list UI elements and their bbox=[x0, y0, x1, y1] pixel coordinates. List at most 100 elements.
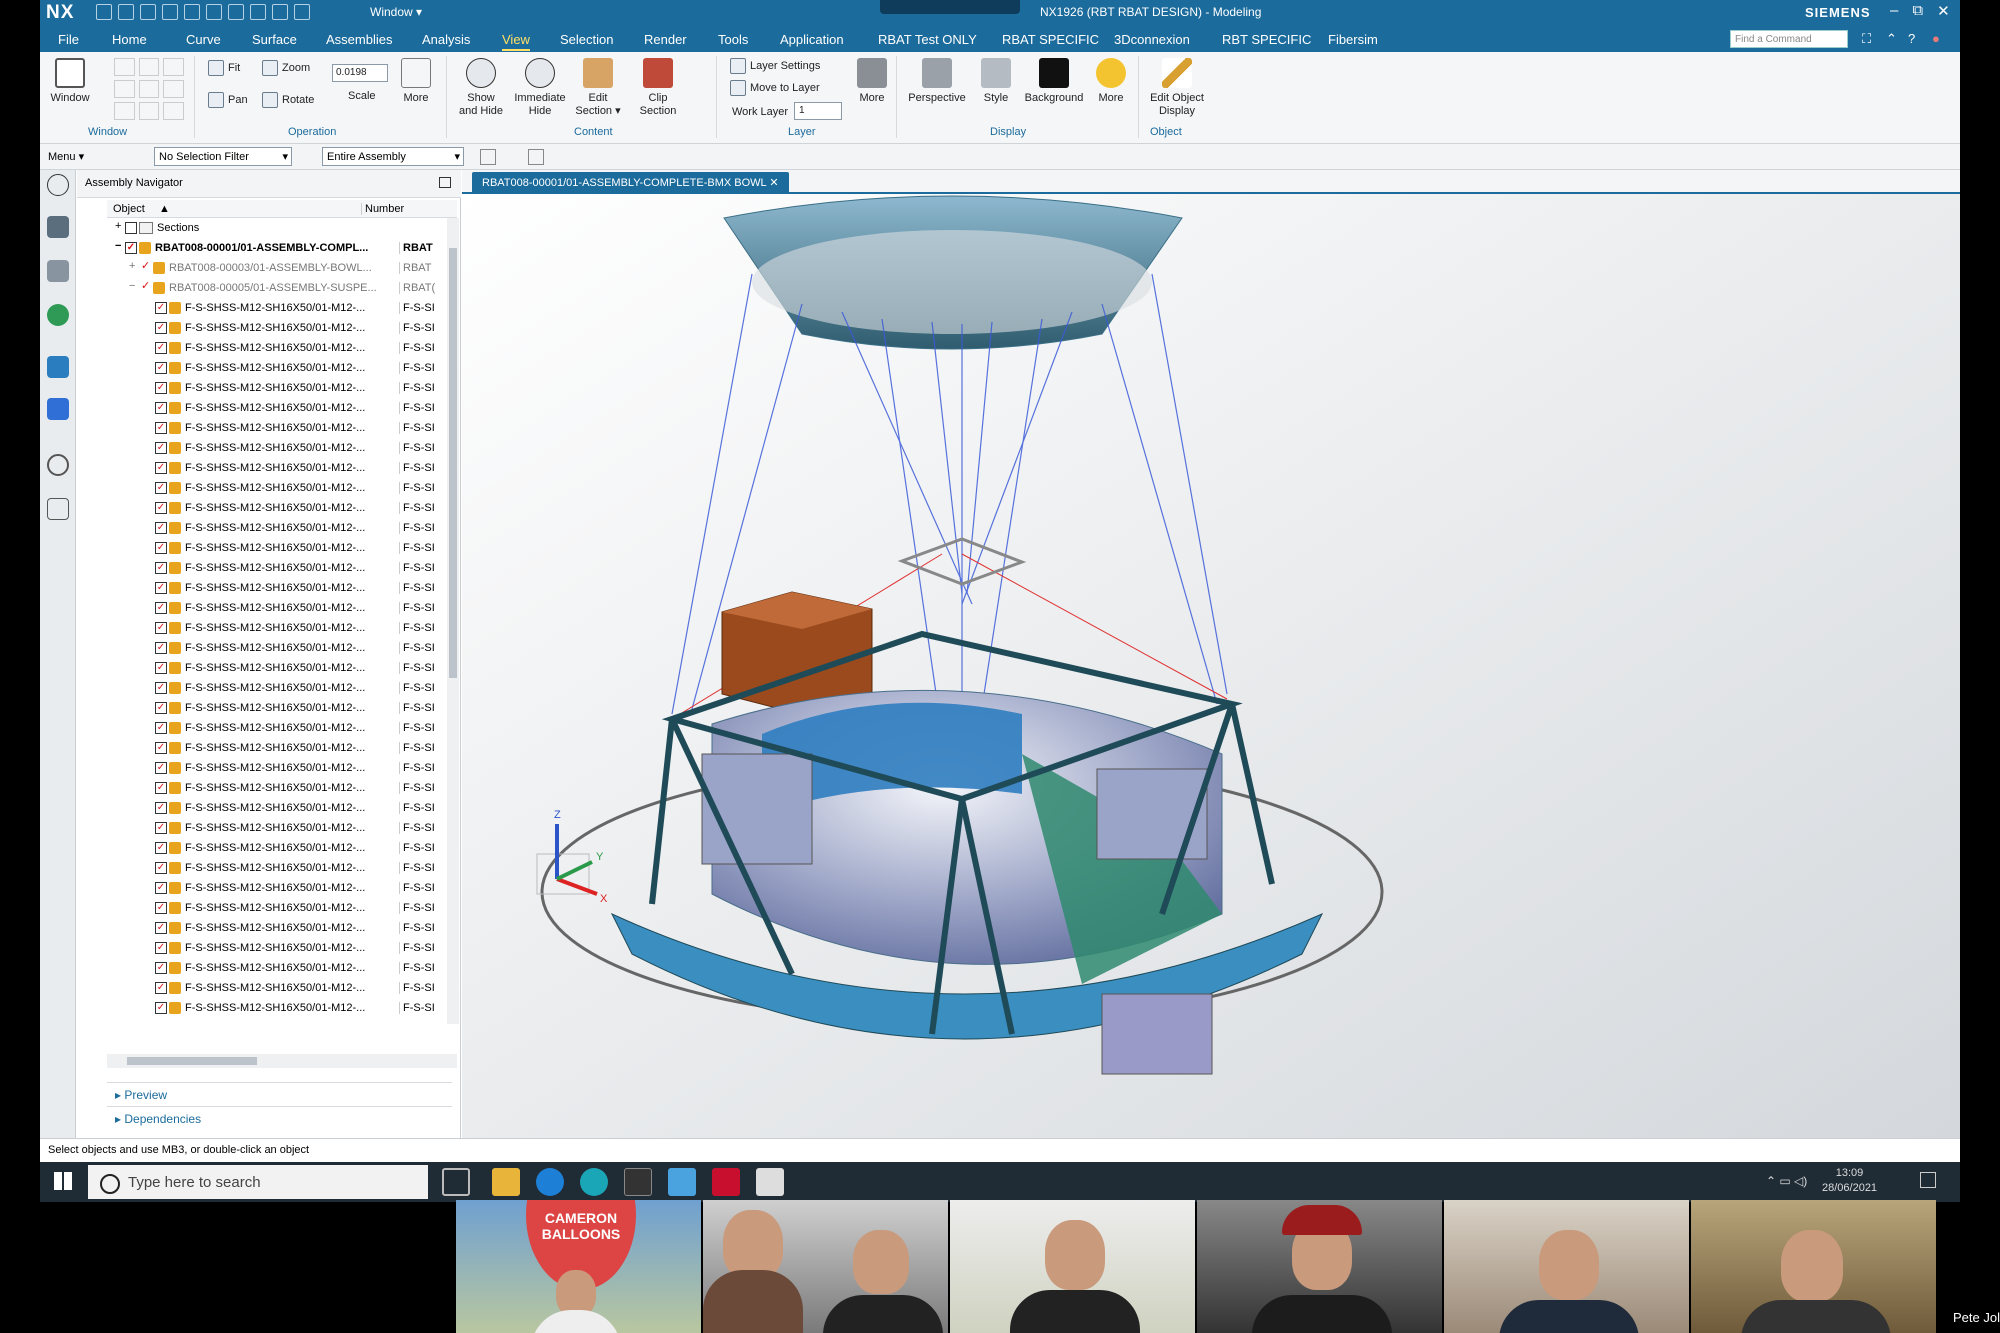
checkbox[interactable]: ✓ bbox=[155, 702, 167, 714]
checkbox[interactable]: ✓ bbox=[155, 942, 167, 954]
tab-3dconnexion[interactable]: 3Dconnexion bbox=[1114, 32, 1190, 47]
assembly-navigator-icon[interactable] bbox=[47, 216, 69, 238]
checkbox[interactable]: ✓ bbox=[155, 522, 167, 534]
checkbox[interactable]: ✓ bbox=[155, 642, 167, 654]
checkbox[interactable]: ✓ bbox=[155, 402, 167, 414]
internet-explorer-icon[interactable] bbox=[536, 1168, 564, 1196]
cut-icon[interactable] bbox=[162, 4, 178, 20]
part-tab[interactable]: RBAT008-00001/01-ASSEMBLY-COMPLETE-BMX B… bbox=[472, 172, 789, 192]
tree-row-part[interactable]: ✓ F-S-SHSS-M12-SH16X50/01-M12-... F-S-SI bbox=[107, 318, 447, 338]
notifications-icon[interactable] bbox=[1920, 1172, 1936, 1188]
tree-row-part[interactable]: ✓ F-S-SHSS-M12-SH16X50/01-M12-... F-S-SI bbox=[107, 738, 447, 758]
tab-selection[interactable]: Selection bbox=[560, 32, 613, 47]
gear-icon[interactable] bbox=[47, 174, 69, 196]
close-part-icon[interactable]: ● bbox=[1932, 31, 1940, 46]
background-button[interactable]: Background bbox=[1022, 58, 1086, 105]
model-view[interactable]: Z X Y bbox=[462, 194, 1960, 1138]
tree-row-part[interactable]: ✓ F-S-SHSS-M12-SH16X50/01-M12-... F-S-SI bbox=[107, 898, 447, 918]
tree-row-part[interactable]: ✓ F-S-SHSS-M12-SH16X50/01-M12-... F-S-SI bbox=[107, 778, 447, 798]
tree-row-part[interactable]: ✓ F-S-SHSS-M12-SH16X50/01-M12-... F-S-SI bbox=[107, 398, 447, 418]
checkbox[interactable]: ✓ bbox=[155, 862, 167, 874]
tree-row-part[interactable]: ✓ F-S-SHSS-M12-SH16X50/01-M12-... F-S-SI bbox=[107, 658, 447, 678]
checkbox[interactable]: ✓ bbox=[155, 542, 167, 554]
tree-row-part[interactable]: ✓ F-S-SHSS-M12-SH16X50/01-M12-... F-S-SI bbox=[107, 598, 447, 618]
checkbox[interactable]: ✓ bbox=[155, 742, 167, 754]
layer-more-button[interactable]: More bbox=[852, 58, 892, 105]
checkbox[interactable]: ✓ bbox=[155, 302, 167, 314]
find-command-input[interactable]: Find a Command bbox=[1730, 30, 1848, 48]
tree-row-part[interactable]: ✓ F-S-SHSS-M12-SH16X50/01-M12-... F-S-SI bbox=[107, 998, 447, 1018]
checkbox[interactable]: ✓ bbox=[155, 562, 167, 574]
pan-button[interactable]: Pan bbox=[208, 92, 248, 108]
checkbox[interactable]: ✓ bbox=[155, 682, 167, 694]
window-menu[interactable]: Window ▾ bbox=[370, 5, 422, 19]
tree-row-part[interactable]: ✓ F-S-SHSS-M12-SH16X50/01-M12-... F-S-SI bbox=[107, 438, 447, 458]
fit-button[interactable]: Fit bbox=[208, 60, 240, 76]
checkbox[interactable]: ✓ bbox=[155, 602, 167, 614]
delete-icon[interactable] bbox=[228, 4, 244, 20]
tab-fibersim[interactable]: Fibersim bbox=[1328, 32, 1378, 47]
tab-render[interactable]: Render bbox=[644, 32, 687, 47]
expand-icon[interactable]: + bbox=[129, 260, 135, 272]
tree-row-part[interactable]: ✓ F-S-SHSS-M12-SH16X50/01-M12-... F-S-SI bbox=[107, 698, 447, 718]
view-triad-icon[interactable] bbox=[528, 149, 544, 165]
checkbox[interactable]: ✓ bbox=[155, 582, 167, 594]
menu-button[interactable]: Menu ▾ bbox=[48, 150, 84, 163]
checkbox[interactable]: ✓ bbox=[155, 842, 167, 854]
constraint-navigator-icon[interactable] bbox=[47, 260, 69, 282]
checkbox[interactable]: ✓ bbox=[155, 382, 167, 394]
rotate-button[interactable]: Rotate bbox=[262, 92, 314, 108]
checkbox[interactable]: ✓ bbox=[155, 802, 167, 814]
tree-row-suspension-assembly[interactable]: − ✓ RBAT008-00005/01-ASSEMBLY-SUSPE... R… bbox=[107, 278, 447, 298]
expand-icon[interactable]: + bbox=[115, 220, 121, 232]
tree-row-part[interactable]: ✓ F-S-SHSS-M12-SH16X50/01-M12-... F-S-SI bbox=[107, 818, 447, 838]
scale-input[interactable]: 0.0198 bbox=[332, 64, 388, 82]
bmx-bowl-model[interactable]: Z X Y bbox=[462, 194, 1960, 1138]
tree-row-part[interactable]: ✓ F-S-SHSS-M12-SH16X50/01-M12-... F-S-SI bbox=[107, 878, 447, 898]
checkbox[interactable]: ✓ bbox=[155, 822, 167, 834]
checkbox[interactable]: ✓ bbox=[155, 982, 167, 994]
selection-scope-dropdown[interactable]: Entire Assembly bbox=[322, 147, 464, 166]
window-button[interactable]: Window bbox=[48, 58, 92, 105]
tree-row-part[interactable]: ✓ F-S-SHSS-M12-SH16X50/01-M12-... F-S-SI bbox=[107, 718, 447, 738]
tree-row-part[interactable]: ✓ F-S-SHSS-M12-SH16X50/01-M12-... F-S-SI bbox=[107, 558, 447, 578]
edit-section-button[interactable]: Edit Section ▾ bbox=[570, 58, 626, 118]
task-view-icon[interactable] bbox=[442, 1168, 470, 1196]
tree-row-part[interactable]: ✓ F-S-SHSS-M12-SH16X50/01-M12-... F-S-SI bbox=[107, 858, 447, 878]
restore-button[interactable]: ⧉ bbox=[1912, 2, 1923, 20]
checkbox[interactable]: ✓ bbox=[155, 622, 167, 634]
close-button[interactable]: ✕ bbox=[1937, 2, 1950, 20]
tab-assemblies[interactable]: Assemblies bbox=[326, 32, 392, 47]
tree-row-part[interactable]: ✓ F-S-SHSS-M12-SH16X50/01-M12-... F-S-SI bbox=[107, 518, 447, 538]
tab-file[interactable]: File bbox=[58, 32, 79, 47]
tree-row-part[interactable]: ✓ F-S-SHSS-M12-SH16X50/01-M12-... F-S-SI bbox=[107, 458, 447, 478]
checkbox[interactable]: ✓ bbox=[155, 762, 167, 774]
tree-row-part[interactable]: ✓ F-S-SHSS-M12-SH16X50/01-M12-... F-S-SI bbox=[107, 618, 447, 638]
column-object[interactable]: Object bbox=[113, 203, 145, 215]
reuse-library-icon[interactable] bbox=[47, 356, 69, 378]
checkbox[interactable]: ✓ bbox=[155, 922, 167, 934]
checkbox[interactable]: ✓ bbox=[155, 342, 167, 354]
tab-view[interactable]: View bbox=[502, 32, 530, 51]
checkbox[interactable]: ✓ bbox=[155, 722, 167, 734]
show-icon[interactable] bbox=[272, 4, 288, 20]
checkbox[interactable]: ✓ bbox=[155, 902, 167, 914]
tree-row-part[interactable]: ✓ F-S-SHSS-M12-SH16X50/01-M12-... F-S-SI bbox=[107, 758, 447, 778]
taskbar-clock[interactable]: 13:09 28/06/2021 bbox=[1822, 1166, 1877, 1196]
zoom-button[interactable]: Zoom bbox=[262, 60, 310, 76]
checkbox[interactable]: ✓ bbox=[155, 442, 167, 454]
tree-row-part[interactable]: ✓ F-S-SHSS-M12-SH16X50/01-M12-... F-S-SI bbox=[107, 798, 447, 818]
dependencies-panel-toggle[interactable]: ▸ Dependencies bbox=[107, 1106, 452, 1128]
tree-row-bowl-assembly[interactable]: + ✓ RBAT008-00003/01-ASSEMBLY-BOWL... RB… bbox=[107, 258, 447, 278]
tree-row-part[interactable]: ✓ F-S-SHSS-M12-SH16X50/01-M12-... F-S-SI bbox=[107, 958, 447, 978]
part-navigator-icon[interactable] bbox=[47, 304, 69, 326]
collapse-icon[interactable]: − bbox=[129, 280, 135, 292]
collapse-icon[interactable]: − bbox=[115, 240, 121, 252]
preview-panel-toggle[interactable]: ▸ Preview bbox=[107, 1082, 452, 1104]
history-icon[interactable] bbox=[47, 454, 69, 476]
tree-row-part[interactable]: ✓ F-S-SHSS-M12-SH16X50/01-M12-... F-S-SI bbox=[107, 838, 447, 858]
check-mark-icon[interactable]: ✓ bbox=[141, 279, 150, 292]
tree-row-part[interactable]: ✓ F-S-SHSS-M12-SH16X50/01-M12-... F-S-SI bbox=[107, 578, 447, 598]
checkbox[interactable]: ✓ bbox=[155, 782, 167, 794]
toolbar-grip[interactable] bbox=[880, 0, 1020, 14]
